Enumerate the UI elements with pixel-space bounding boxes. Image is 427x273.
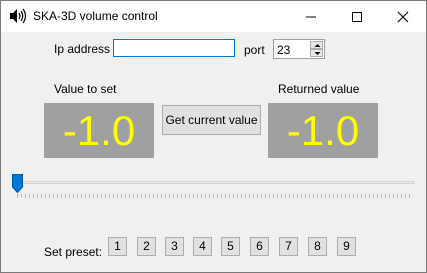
app-window: SKA-3D volume control Ip address port 23: [0, 0, 427, 273]
ip-address-input[interactable]: [113, 39, 235, 57]
arrow-up-icon: [314, 44, 321, 47]
volume-slider-thumb[interactable]: [12, 174, 23, 194]
title-bar: SKA-3D volume control: [1, 1, 426, 32]
set-preset-label: Set preset:: [44, 245, 103, 259]
maximize-icon: [352, 12, 362, 22]
port-increment-button[interactable]: [310, 41, 323, 49]
port-value[interactable]: 23: [277, 43, 290, 57]
close-icon: [397, 11, 409, 23]
minimize-button[interactable]: [288, 1, 334, 32]
port-decrement-button[interactable]: [310, 49, 323, 57]
preset-button-1[interactable]: 1: [108, 237, 127, 256]
close-button[interactable]: [380, 1, 426, 32]
returned-value-display: -1.0: [268, 103, 378, 158]
maximize-button[interactable]: [334, 1, 380, 32]
preset-button-8[interactable]: 8: [308, 237, 327, 256]
volume-slider-track[interactable]: [14, 181, 415, 184]
slider-ticks: [17, 194, 411, 198]
minimize-icon: [306, 16, 316, 18]
value-to-set-label: Value to set: [54, 82, 117, 96]
preset-button-2[interactable]: 2: [137, 237, 156, 256]
returned-value-label: Returned value: [278, 82, 360, 96]
port-label: port: [244, 43, 265, 57]
ip-address-label: Ip address: [54, 42, 111, 56]
window-title: SKA-3D volume control: [33, 9, 158, 23]
preset-button-4[interactable]: 4: [193, 237, 212, 256]
arrow-down-icon: [314, 52, 321, 55]
preset-button-3[interactable]: 3: [165, 237, 184, 256]
preset-button-9[interactable]: 9: [337, 237, 356, 256]
preset-button-6[interactable]: 6: [250, 237, 269, 256]
get-current-value-button[interactable]: Get current value: [162, 105, 261, 135]
value-to-set-display: -1.0: [44, 103, 154, 158]
preset-button-5[interactable]: 5: [221, 237, 240, 256]
preset-button-7[interactable]: 7: [279, 237, 298, 256]
port-stepper[interactable]: 23: [273, 39, 325, 59]
speaker-icon: [9, 8, 27, 24]
port-spin-buttons: [310, 41, 323, 57]
